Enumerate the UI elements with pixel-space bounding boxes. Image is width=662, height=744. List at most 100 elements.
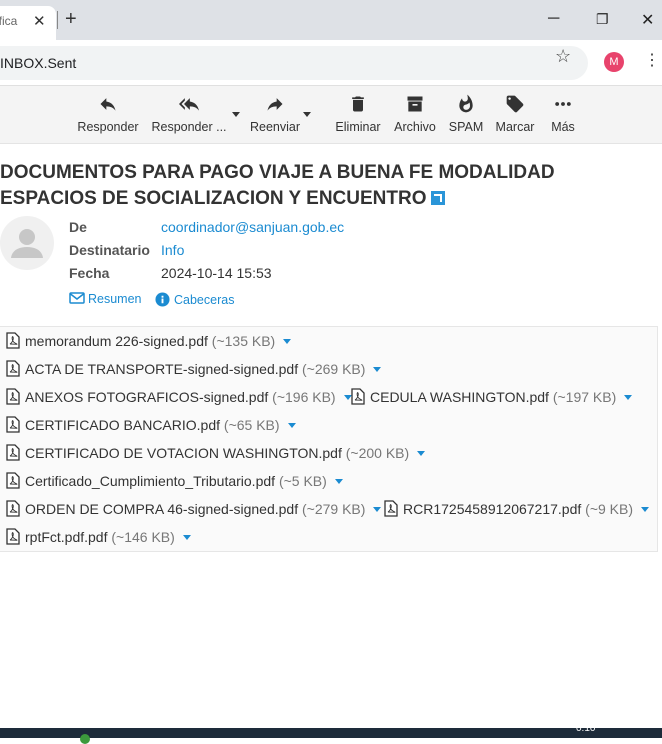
pdf-file-icon xyxy=(6,472,20,489)
attachment-item[interactable]: CERTIFICADO BANCARIO.pdf (~65 KB) xyxy=(6,416,296,433)
reply-all-icon xyxy=(179,98,199,111)
forward-dropdown-icon[interactable] xyxy=(303,112,311,117)
profile-avatar[interactable]: M xyxy=(604,52,624,72)
attachment-name[interactable]: ANEXOS FOTOGRAFICOS-signed.pdf xyxy=(25,389,268,405)
close-window-button[interactable]: ✕ xyxy=(641,10,654,30)
attachment-menu-icon[interactable] xyxy=(334,479,343,484)
browser-menu-icon[interactable]: ⋮ xyxy=(644,50,660,70)
taskbar-app-icon[interactable] xyxy=(80,734,90,744)
attachment-menu-icon[interactable] xyxy=(641,507,650,512)
attachment-name[interactable]: CERTIFICADO BANCARIO.pdf xyxy=(25,417,220,433)
from-label: De xyxy=(69,219,87,235)
attachment-name[interactable]: RCR1725458912067217.pdf xyxy=(403,501,581,517)
tab-separator xyxy=(57,11,58,29)
attachment-name[interactable]: rptFct.pdf.pdf xyxy=(25,529,107,545)
attachment-item[interactable]: rptFct.pdf.pdf (~146 KB) xyxy=(6,528,191,545)
attachment-menu-icon[interactable] xyxy=(373,367,382,372)
info-icon xyxy=(155,292,170,307)
reply-all-label: Responder ... xyxy=(151,120,227,134)
attachment-size: (~135 KB) xyxy=(211,333,276,349)
os-taskbar: 0:10 xyxy=(0,723,662,744)
bookmark-star-icon[interactable]: ☆ xyxy=(555,46,571,67)
new-tab-button[interactable]: + xyxy=(65,8,77,30)
attachment-item[interactable]: ORDEN DE COMPRA 46-signed-signed.pdf (~2… xyxy=(6,500,382,517)
reply-all-button[interactable]: Responder ... xyxy=(149,94,229,134)
attachment-menu-icon[interactable] xyxy=(182,535,191,540)
attachment-menu-icon[interactable] xyxy=(373,507,382,512)
attachment-menu-icon[interactable] xyxy=(417,451,426,456)
taskbar-clock: 0:10 xyxy=(576,723,596,734)
trash-icon xyxy=(352,96,364,112)
tab-title: ifica xyxy=(0,14,18,28)
date-value: 2024-10-14 15:53 xyxy=(161,265,272,281)
to-value[interactable]: Info xyxy=(161,242,184,258)
delete-button[interactable]: Eliminar xyxy=(334,94,382,134)
sender-avatar xyxy=(0,216,54,270)
attachment-item[interactable]: memorandum 226-signed.pdf (~135 KB) xyxy=(6,332,292,349)
pdf-file-icon xyxy=(6,500,20,517)
person-icon xyxy=(11,229,43,258)
attachment-item[interactable]: CEDULA WASHINGTON.pdf (~197 KB) xyxy=(351,388,633,405)
attachment-item[interactable]: RCR1725458912067217.pdf (~9 KB) xyxy=(384,500,650,517)
attachment-name[interactable]: CEDULA WASHINGTON.pdf xyxy=(370,389,549,405)
mark-label: Marcar xyxy=(495,120,535,134)
attachment-menu-icon[interactable] xyxy=(283,339,292,344)
envelope-icon xyxy=(69,292,85,304)
url-text[interactable]: INBOX.Sent xyxy=(0,55,76,71)
restore-button[interactable]: ❐ xyxy=(596,11,609,28)
archive-icon xyxy=(407,96,423,112)
attachment-item[interactable]: Certificado_Cumplimiento_Tributario.pdf … xyxy=(6,472,343,489)
forward-button[interactable]: Reenviar xyxy=(249,94,301,134)
attachment-size: (~146 KB) xyxy=(111,529,175,545)
archive-label: Archivo xyxy=(394,120,436,134)
attachment-name[interactable]: ACTA DE TRANSPORTE-signed-signed.pdf xyxy=(25,361,298,377)
attachment-item[interactable]: ACTA DE TRANSPORTE-signed-signed.pdf (~2… xyxy=(6,360,382,377)
reply-button[interactable]: Responder xyxy=(77,94,139,134)
attachment-size: (~197 KB) xyxy=(552,389,617,405)
reply-all-dropdown-icon[interactable] xyxy=(232,112,240,117)
mark-button[interactable]: Marcar xyxy=(494,94,536,134)
summary-link[interactable]: Resumen xyxy=(69,292,142,306)
forward-label: Reenviar xyxy=(249,120,301,134)
tab-close-icon[interactable]: ✕ xyxy=(33,12,46,30)
flame-icon xyxy=(459,94,473,113)
attachment-name[interactable]: ORDEN DE COMPRA 46-signed-signed.pdf xyxy=(25,501,298,517)
attachment-name[interactable]: CERTIFICADO DE VOTACION WASHINGTON.pdf xyxy=(25,445,342,461)
spam-button[interactable]: SPAM xyxy=(447,94,485,134)
attachment-item[interactable]: ANEXOS FOTOGRAFICOS-signed.pdf (~196 KB) xyxy=(6,388,352,405)
minimize-button[interactable]: ─ xyxy=(548,10,559,28)
summary-link-label: Resumen xyxy=(88,292,142,306)
delete-label: Eliminar xyxy=(335,120,381,134)
open-external-icon[interactable] xyxy=(430,191,445,205)
reply-icon xyxy=(100,98,116,111)
message-subject: DOCUMENTOS PARA PAGO VIAJE A BUENA FE MO… xyxy=(0,160,600,212)
archive-button[interactable]: Archivo xyxy=(392,94,438,134)
headers-link[interactable]: Cabeceras xyxy=(155,292,234,307)
browser-tab-bar: ifica ✕ + ─ ❐ ✕ xyxy=(0,0,662,40)
browser-tab[interactable]: ifica ✕ xyxy=(0,6,56,40)
attachment-item[interactable]: CERTIFICADO DE VOTACION WASHINGTON.pdf (… xyxy=(6,444,426,461)
address-bar[interactable]: INBOX.Sent xyxy=(0,46,588,80)
from-value[interactable]: coordinador@sanjuan.gob.ec xyxy=(161,219,344,235)
attachment-size: (~279 KB) xyxy=(302,501,366,517)
to-label: Destinatario xyxy=(69,242,150,258)
more-button[interactable]: Más xyxy=(546,94,580,134)
pdf-file-icon xyxy=(6,360,20,377)
attachment-name[interactable]: Certificado_Cumplimiento_Tributario.pdf xyxy=(25,473,275,489)
spam-label: SPAM xyxy=(448,120,484,134)
message-toolbar: Responder Responder ... Reenviar Elimina… xyxy=(0,86,662,144)
subject-line-1: DOCUMENTOS PARA PAGO VIAJE A BUENA FE MO… xyxy=(0,162,555,183)
pdf-file-icon xyxy=(6,528,20,545)
attachment-menu-icon[interactable] xyxy=(287,423,296,428)
attachment-size: (~269 KB) xyxy=(302,361,366,377)
pdf-file-icon xyxy=(351,388,365,405)
pdf-file-icon xyxy=(384,500,398,517)
attachment-size: (~5 KB) xyxy=(278,473,327,489)
forward-icon xyxy=(267,98,283,111)
attachment-menu-icon[interactable] xyxy=(624,395,633,400)
attachment-name[interactable]: memorandum 226-signed.pdf xyxy=(25,333,208,349)
subject-line-2: ESPACIOS DE SOCIALIZACION Y ENCUENTRO xyxy=(0,188,427,209)
attachment-size: (~196 KB) xyxy=(272,389,336,405)
date-label: Fecha xyxy=(69,265,110,281)
attachment-size: (~65 KB) xyxy=(223,417,280,433)
